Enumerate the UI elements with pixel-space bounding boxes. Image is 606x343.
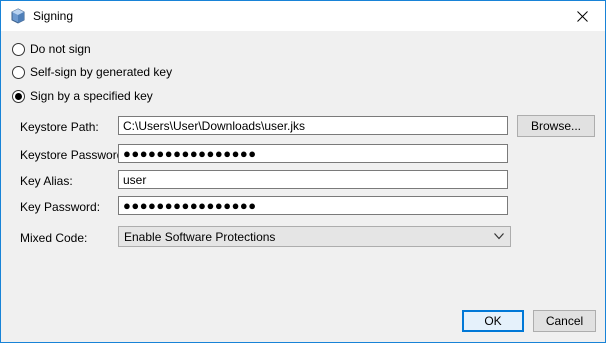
window-title: Signing xyxy=(33,9,74,23)
close-button[interactable] xyxy=(560,1,605,31)
app-cube-icon xyxy=(11,8,25,24)
radio-self-sign[interactable]: Self-sign by generated key xyxy=(12,64,172,80)
title-bar: Signing xyxy=(1,1,605,31)
mixed-code-value: Enable Software Protections xyxy=(124,230,276,244)
browse-button[interactable]: Browse... xyxy=(517,115,595,137)
keystore-password-input[interactable]: ●●●●●●●●●●●●●●●● xyxy=(118,144,508,163)
radio-label: Sign by a specified key xyxy=(30,89,153,103)
radio-label: Self-sign by generated key xyxy=(30,65,173,79)
key-password-label: Key Password: xyxy=(20,200,101,214)
key-password-input[interactable]: ●●●●●●●●●●●●●●●● xyxy=(118,196,508,215)
chevron-down-icon xyxy=(494,233,504,240)
ok-button[interactable]: OK xyxy=(462,310,524,332)
mixed-code-select[interactable]: Enable Software Protections xyxy=(118,226,511,247)
keystore-password-label: Keystore Password: xyxy=(20,148,127,162)
radio-label: Do not sign xyxy=(30,42,91,56)
radio-do-not-sign[interactable]: Do not sign xyxy=(12,41,91,57)
signing-dialog: Signing Do not sign Self-sign by generat… xyxy=(0,0,606,343)
key-alias-label: Key Alias: xyxy=(20,174,73,188)
radio-sign-specified-key[interactable]: Sign by a specified key xyxy=(12,88,153,104)
cancel-button[interactable]: Cancel xyxy=(533,310,596,332)
radio-button-checked[interactable] xyxy=(12,89,25,103)
mixed-code-label: Mixed Code: xyxy=(20,231,88,245)
radio-button[interactable] xyxy=(12,42,25,56)
key-alias-input[interactable]: user xyxy=(118,170,508,189)
radio-button[interactable] xyxy=(12,65,25,79)
keystore-path-label: Keystore Path: xyxy=(20,120,99,134)
close-icon xyxy=(577,10,588,22)
keystore-path-input[interactable]: C:\Users\User\Downloads\user.jks xyxy=(118,116,508,135)
